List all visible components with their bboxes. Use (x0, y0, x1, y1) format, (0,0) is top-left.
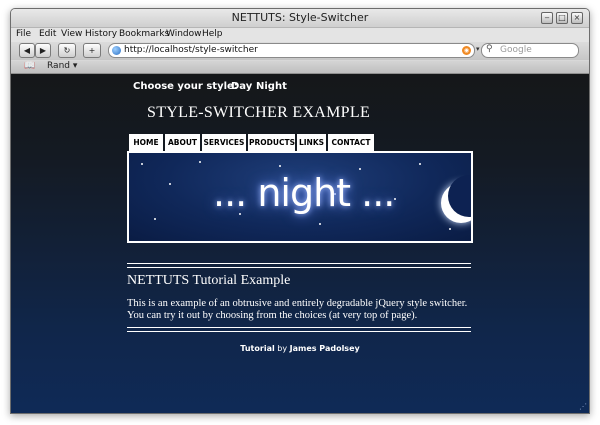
url-text: http://localhost/style-switcher (124, 45, 258, 55)
add-bookmark-button[interactable]: + (83, 43, 101, 58)
search-input[interactable]: ⚲ Google (481, 43, 579, 58)
star-decoration (199, 161, 201, 163)
rss-icon[interactable]: ◉ (462, 46, 471, 55)
back-button[interactable]: ◀ (19, 43, 35, 58)
menu-window[interactable]: Window (166, 29, 202, 39)
content-heading: NETTUTS Tutorial Example (127, 273, 291, 288)
nav-products[interactable]: PRODUCTS (248, 134, 295, 151)
divider (127, 327, 471, 332)
window-title: NETTUTS: Style-Switcher (231, 11, 369, 24)
book-icon[interactable]: 📖 (24, 61, 35, 71)
menu-view[interactable]: View (61, 29, 82, 39)
banner-text: ... night ... (213, 171, 395, 215)
menu-bookmarks[interactable]: Bookmarks (119, 29, 169, 39)
style-night-link[interactable]: Night (256, 81, 287, 92)
menu-help[interactable]: Help (202, 29, 223, 39)
divider (127, 263, 471, 268)
footer: Tutorial by James Padolsey (11, 344, 589, 353)
star-decoration (169, 183, 171, 185)
reload-icon: ↻ (63, 46, 71, 55)
address-bar[interactable]: http://localhost/style-switcher ◉ (108, 43, 475, 58)
browser-toolbar: ◀ ▶ ↻ + http://localhost/style-switcher … (11, 42, 589, 60)
star-decoration (141, 163, 143, 165)
star-decoration (419, 163, 421, 165)
nav-links[interactable]: LINKS (297, 134, 326, 151)
search-placeholder: Google (500, 45, 532, 55)
menu-file[interactable]: File (16, 29, 31, 39)
globe-icon (112, 46, 121, 55)
search-icon[interactable]: ⚲ (486, 43, 493, 56)
chevron-down-icon[interactable]: ▾ (476, 45, 480, 53)
close-button[interactable]: × (571, 12, 583, 24)
chooser-label: Choose your style: (133, 81, 238, 92)
resize-handle-icon[interactable]: ⋰ (579, 402, 587, 411)
menu-edit[interactable]: Edit (39, 29, 56, 39)
footer-author: James Padolsey (289, 344, 360, 353)
star-decoration (449, 228, 451, 230)
footer-tutorial: Tutorial (240, 344, 275, 353)
plus-icon: + (88, 46, 96, 55)
footer-by: by (277, 344, 288, 353)
minimize-button[interactable]: ‒ (541, 12, 553, 24)
forward-button[interactable]: ▶ (35, 43, 51, 58)
reload-button[interactable]: ↻ (58, 43, 76, 58)
bookmarks-bar: 📖 Rand ▾ (11, 61, 589, 74)
style-day-link[interactable]: Day (231, 81, 252, 92)
night-banner: ... night ... (127, 151, 473, 243)
star-decoration (359, 168, 361, 170)
style-chooser: Choose your style: Day Night (133, 81, 287, 92)
nav-services[interactable]: SERVICES (202, 134, 246, 151)
nav-about[interactable]: ABOUT (165, 134, 200, 151)
star-decoration (279, 165, 281, 167)
forward-icon: ▶ (39, 46, 47, 55)
title-bar[interactable]: NETTUTS: Style-Switcher ‒ □ × (11, 9, 589, 28)
window-controls: ‒ □ × (541, 12, 583, 24)
maximize-button[interactable]: □ (556, 12, 568, 24)
web-page: Choose your style: Day Night STYLE-SWITC… (11, 74, 589, 413)
back-icon: ◀ (23, 46, 31, 55)
nav-contact[interactable]: CONTACT (328, 134, 374, 151)
site-title: STYLE-SWITCHER EXAMPLE (147, 104, 371, 121)
nav-home[interactable]: HOME (129, 134, 163, 151)
star-decoration (154, 218, 156, 220)
browser-window: NETTUTS: Style-Switcher ‒ □ × File Edit … (10, 8, 590, 414)
bookmark-rand[interactable]: Rand ▾ (47, 61, 77, 71)
menu-bar: File Edit View History Bookmarks Window … (11, 28, 589, 42)
star-decoration (319, 223, 321, 225)
content-paragraph: This is an example of an obtrusive and e… (127, 298, 468, 321)
menu-history[interactable]: History (85, 29, 117, 39)
